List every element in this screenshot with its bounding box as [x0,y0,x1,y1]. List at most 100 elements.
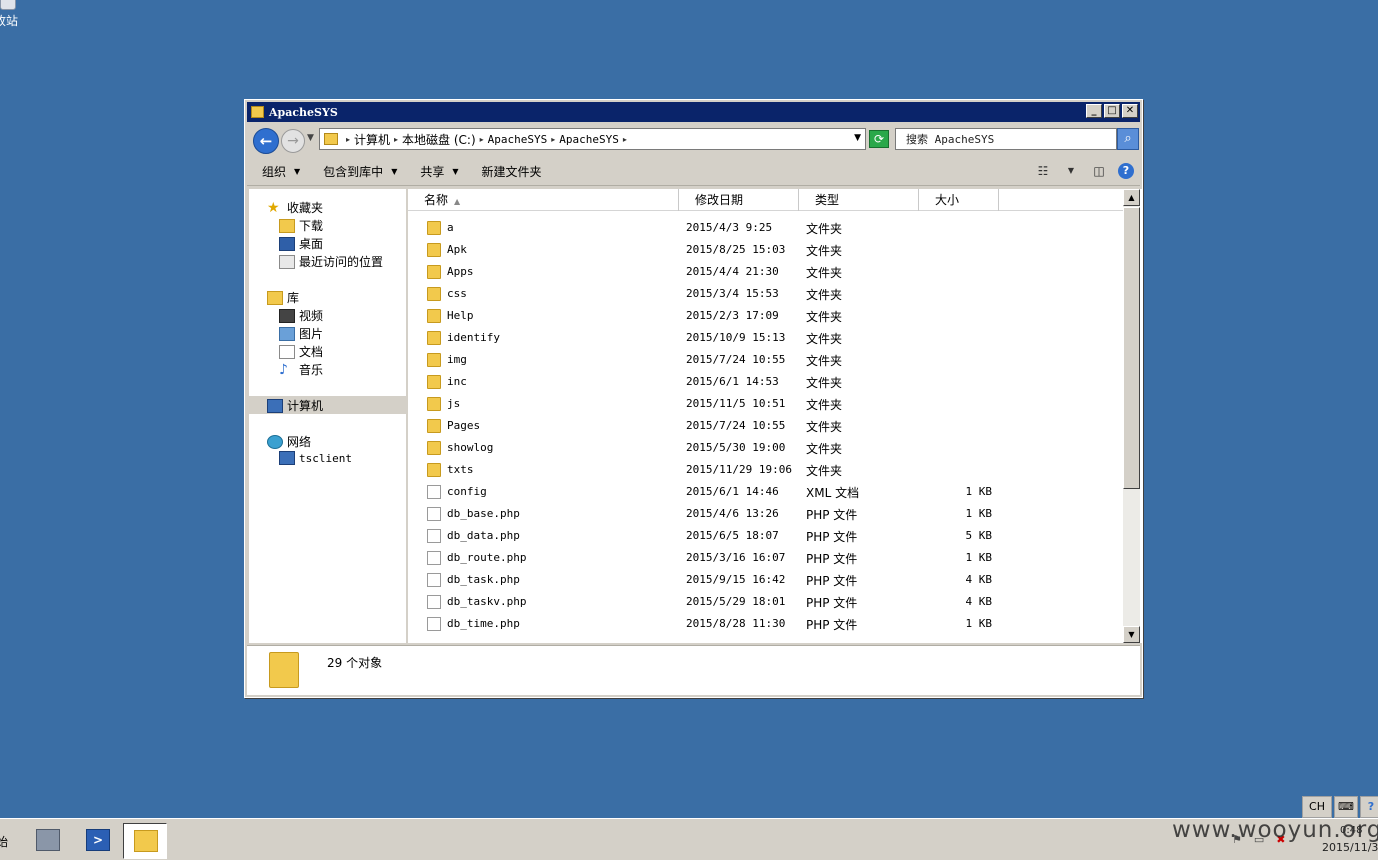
chevron-right-icon[interactable]: ▸ [394,135,398,144]
maximize-button[interactable]: □ [1104,104,1120,118]
keyboard-icon[interactable]: ⌨ [1334,796,1358,818]
file-type: PHP 文件 [806,574,858,588]
column-size[interactable]: 大小 [919,189,999,211]
help-icon[interactable]: ? [1118,163,1134,179]
file-list: 名称 ▲ 修改日期 类型 大小 a 2015/4/3 9:25 文件夹 Apk 2015/… [408,189,1142,643]
table-row[interactable]: identify 2015/10/9 15:13 文件夹 [408,327,1124,349]
preview-pane-icon[interactable]: ◫ [1090,162,1108,180]
sidebar-item-music[interactable]: ♪ 音乐 [279,361,323,378]
search-icon[interactable]: ⌕ [1117,128,1139,150]
file-type: 文件夹 [806,398,843,412]
breadcrumb-apachesys-current[interactable]: ApacheSYS [559,133,619,146]
chevron-right-icon[interactable]: ▸ [551,135,555,144]
sidebar-item-pictures[interactable]: 图片 [279,325,323,342]
sidebar-item-documents[interactable]: 文档 [279,343,323,360]
scroll-up-icon[interactable]: ▲ [1123,189,1140,206]
table-row[interactable]: db_data.php 2015/6/5 18:07 PHP 文件 5 KB [408,525,1124,547]
sidebar-item-tsclient[interactable]: tsclient [279,451,352,465]
file-date: 2015/7/24 10:55 [686,353,786,366]
table-row[interactable]: inc 2015/6/1 14:53 文件夹 [408,371,1124,393]
file-type: 文件夹 [806,464,843,478]
file-name: js [447,397,461,410]
music-icon: ♪ [279,361,288,378]
taskbar-explorer[interactable] [123,823,167,859]
file-type: 文件夹 [806,332,843,346]
table-row[interactable]: js 2015/11/5 10:51 文件夹 [408,393,1124,415]
sidebar-item-libraries[interactable]: 库 [267,289,299,306]
column-type[interactable]: 类型 [799,189,919,211]
minimize-button[interactable]: _ [1086,104,1102,118]
table-row[interactable]: db_route.php 2015/3/16 16:07 PHP 文件 1 KB [408,547,1124,569]
navigation-pane: ★ 收藏夹 下载 桌面 最近访问的位置 库 视频 图片 文档 ♪ 音乐 计算机 … [249,189,406,643]
include-library-label: 包含到库中 [323,165,384,179]
include-library-menu[interactable]: 包含到库中 ▼ [323,163,397,180]
table-row[interactable]: a 2015/4/3 9:25 文件夹 [408,217,1124,239]
network-icon [267,434,283,449]
recycle-bin-desktop-icon[interactable]: 收站 [0,0,24,29]
folder-icon [251,106,264,118]
view-options-icon[interactable]: ☷ [1034,162,1052,180]
taskbar-server-manager[interactable] [26,823,70,859]
help-icon[interactable]: ? [1360,796,1378,818]
refresh-icon[interactable]: ⟳ [869,130,889,148]
chevron-right-icon[interactable]: ▸ [480,135,484,144]
table-row[interactable]: db_taskv.php 2015/5/29 18:01 PHP 文件 4 KB [408,591,1124,613]
share-menu[interactable]: 共享 ▼ [420,163,458,180]
table-row[interactable]: config 2015/6/1 14:46 XML 文档 1 KB [408,481,1124,503]
table-row[interactable]: img 2015/7/24 10:55 文件夹 [408,349,1124,371]
new-folder-button[interactable]: 新建文件夹 [482,163,542,180]
explorer-window: ApacheSYS _ □ ✕ ← → ▼ ▸ 计算机 ▸ 本地磁盘 (C:) … [244,99,1143,698]
breadcrumb-local-disk[interactable]: 本地磁盘 (C:) [402,131,476,148]
taskbar-powershell[interactable]: > [76,823,120,859]
file-name: inc [447,375,467,388]
table-row[interactable]: Pages 2015/7/24 10:55 文件夹 [408,415,1124,437]
title-bar[interactable]: ApacheSYS _ □ ✕ [247,102,1140,122]
table-row[interactable]: Apps 2015/4/4 21:30 文件夹 [408,261,1124,283]
table-row[interactable]: showlog 2015/5/30 19:00 文件夹 [408,437,1124,459]
sidebar-item-computer[interactable]: 计算机 [267,397,323,414]
breadcrumb-apachesys[interactable]: ApacheSYS [488,133,548,146]
table-row[interactable]: txts 2015/11/29 19:06 文件夹 [408,459,1124,481]
scroll-down-icon[interactable]: ▼ [1123,626,1140,643]
ime-indicator[interactable]: CH [1302,796,1332,818]
sidebar-item-videos[interactable]: 视频 [279,307,323,324]
search-input[interactable]: 搜索 ApacheSYS [895,128,1117,150]
close-button[interactable]: ✕ [1122,104,1138,118]
file-date: 2015/9/15 16:42 [686,573,786,586]
table-row[interactable]: db_time.php 2015/8/28 11:30 PHP 文件 1 KB [408,613,1124,635]
chevron-right-icon[interactable]: ▸ [623,135,627,144]
vertical-scrollbar[interactable]: ▲ ▼ [1123,189,1140,643]
column-size-label: 大小 [935,193,960,207]
file-date: 2015/6/1 14:53 [686,375,779,388]
sidebar-item-label: 图片 [299,327,324,341]
table-row[interactable]: Help 2015/2/3 17:09 文件夹 [408,305,1124,327]
table-row[interactable]: css 2015/3/4 15:53 文件夹 [408,283,1124,305]
file-type: 文件夹 [806,222,843,236]
sidebar-item-downloads[interactable]: 下载 [279,217,323,234]
file-size: 5 KB [965,529,993,542]
chevron-down-icon[interactable]: ▼ [854,133,861,143]
sidebar-item-favorites[interactable]: ★ 收藏夹 [267,199,323,216]
scrollbar-thumb[interactable] [1123,207,1140,489]
organize-menu[interactable]: 组织 ▼ [262,163,300,180]
file-name: a [447,221,454,234]
chevron-down-icon[interactable]: ▼ [1062,162,1080,180]
sidebar-item-network[interactable]: 网络 [267,433,311,450]
column-modified[interactable]: 修改日期 [679,189,799,211]
start-button[interactable]: 始 [0,833,8,850]
command-bar: 组织 ▼ 包含到库中 ▼ 共享 ▼ 新建文件夹 ☷ ▼ ◫ ? [247,158,1140,186]
back-arrow-icon[interactable]: ← [253,128,279,154]
chevron-right-icon[interactable]: ▸ [346,135,350,144]
file-date: 2015/3/4 15:53 [686,287,779,300]
table-row[interactable]: db_base.php 2015/4/6 13:26 PHP 文件 1 KB [408,503,1124,525]
forward-arrow-icon[interactable]: → [281,129,305,153]
sidebar-item-recent[interactable]: 最近访问的位置 [279,253,383,270]
column-name[interactable]: 名称 ▲ [408,189,679,211]
history-dropdown-icon[interactable]: ▼ [307,133,314,143]
table-row[interactable]: db_task.php 2015/9/15 16:42 PHP 文件 4 KB [408,569,1124,591]
table-row[interactable]: Apk 2015/8/25 15:03 文件夹 [408,239,1124,261]
file-date: 2015/7/24 10:55 [686,419,786,432]
sidebar-item-desktop[interactable]: 桌面 [279,235,323,252]
breadcrumb-computer[interactable]: 计算机 [354,131,390,148]
breadcrumb[interactable]: ▸ 计算机 ▸ 本地磁盘 (C:) ▸ ApacheSYS ▸ ApacheSY… [319,128,866,150]
